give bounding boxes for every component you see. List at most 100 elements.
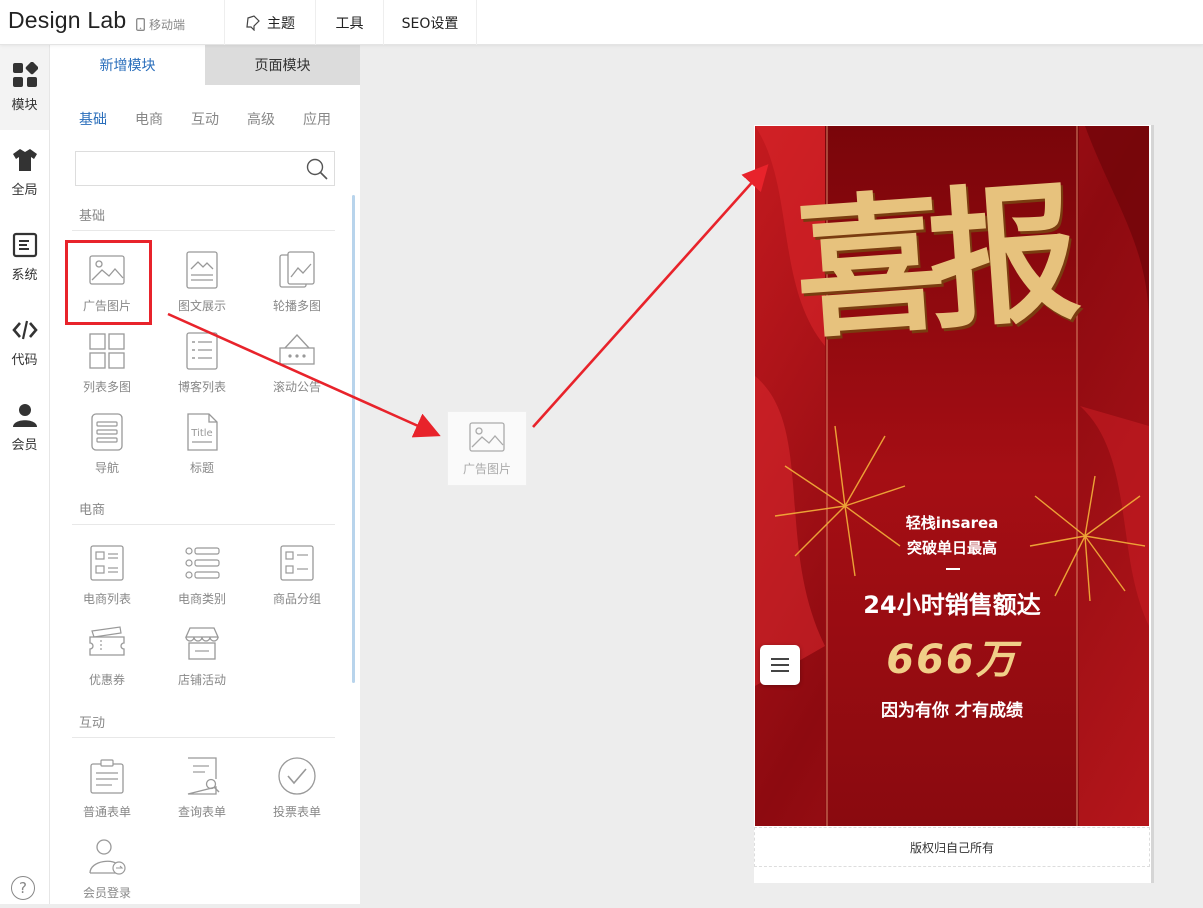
drag-preview-ad-image[interactable]: 广告图片	[447, 411, 527, 486]
phone-icon	[136, 18, 145, 31]
module-label: 查询表单	[177, 805, 226, 819]
modules-icon	[12, 62, 38, 87]
form-icon	[90, 759, 124, 794]
rail-system[interactable]: 系统	[0, 215, 49, 300]
module-label: 优惠券	[88, 673, 125, 687]
module-carousel[interactable]: 轮播多图	[261, 249, 333, 321]
nav-seo[interactable]: SEO设置	[383, 0, 477, 45]
tab-page-module[interactable]: 页面模块	[205, 45, 360, 85]
module-shop-activity[interactable]: 店铺活动	[166, 623, 238, 695]
module-query-form[interactable]: 查询表单	[166, 755, 238, 827]
hamburger-menu-button[interactable]	[760, 645, 800, 685]
module-label: 普通表单	[82, 805, 131, 819]
rail-member[interactable]: 会员	[0, 385, 49, 470]
panel-tabs: 新增模块 页面模块	[50, 45, 360, 85]
module-image-text[interactable]: 图文展示	[166, 249, 238, 321]
ad-image-banner[interactable]: 喜报 轻栈insarea 突破单日最高 24小时销售额达 666万 因为有你 才…	[755, 126, 1149, 826]
search-icon[interactable]	[306, 158, 328, 180]
module-title[interactable]: Title 标题	[166, 411, 238, 483]
svg-text:Title: Title	[190, 428, 212, 439]
module-ecommerce-category[interactable]: 电商类别	[166, 542, 238, 614]
poster-headline: 喜报	[789, 165, 1069, 360]
rail-system-label: 系统	[11, 268, 38, 283]
gallery-icon	[89, 333, 125, 369]
section-title-basic: 基础	[79, 209, 106, 224]
module-label: 广告图片	[82, 299, 131, 313]
top-nav: 主题 工具 SEO设置	[224, 0, 477, 45]
module-label: 列表多图	[82, 380, 131, 394]
rail-member-label: 会员	[11, 438, 38, 453]
module-label: 博客列表	[177, 380, 226, 394]
tab-add-module[interactable]: 新增模块	[50, 45, 205, 85]
shop-icon	[184, 627, 220, 660]
module-label: 商品分组	[272, 592, 321, 606]
drag-preview-label: 广告图片	[462, 462, 511, 476]
nav-tools[interactable]: 工具	[315, 0, 383, 45]
panel-scrollbar[interactable]	[352, 195, 355, 683]
section-divider	[72, 230, 335, 231]
left-rail: 模块 全局 系统 代码 会员 ?	[0, 45, 50, 904]
section-title-ecommerce: 电商	[79, 503, 106, 518]
help-icon[interactable]: ?	[11, 876, 35, 900]
mobile-mode-indicator[interactable]: 移动端	[136, 16, 185, 33]
rail-modules[interactable]: 模块	[0, 45, 49, 130]
poster-amount: 666万	[886, 637, 1018, 683]
module-blog-list[interactable]: 博客列表	[166, 330, 238, 402]
member-login-icon	[89, 839, 126, 875]
category-basic[interactable]: 基础	[79, 109, 135, 129]
navigation-icon	[91, 413, 123, 451]
module-scroll-notice[interactable]: 滚动公告	[261, 330, 333, 402]
rail-global-label: 全局	[11, 183, 38, 198]
shirt-icon	[12, 149, 37, 171]
module-product-group[interactable]: 商品分组	[261, 542, 333, 614]
app-logo: Design Lab	[8, 7, 127, 33]
poster-dash	[946, 568, 960, 570]
section-divider	[72, 737, 335, 738]
query-form-icon	[187, 757, 220, 795]
module-multi-image-list[interactable]: 列表多图	[71, 330, 143, 402]
top-bar: Design Lab 移动端 主题 工具 SEO设置	[0, 0, 1203, 45]
module-label: 滚动公告	[272, 380, 321, 394]
category-advanced[interactable]: 高级	[247, 109, 303, 129]
module-ad-image[interactable]: 广告图片	[71, 249, 143, 321]
module-navigation[interactable]: 导航	[71, 411, 143, 483]
nav-theme[interactable]: 主题	[224, 0, 315, 45]
category-icon	[185, 547, 220, 579]
drop-arrow	[532, 164, 769, 428]
checkmark-icon	[278, 757, 316, 795]
image-icon	[89, 255, 125, 285]
module-label: 导航	[94, 461, 119, 475]
module-label: 电商类别	[177, 592, 226, 606]
module-search-input[interactable]	[75, 151, 335, 186]
coupon-icon	[89, 626, 125, 656]
product-list-icon	[90, 545, 124, 581]
category-apps[interactable]: 应用	[303, 109, 359, 129]
module-label: 轮播多图	[272, 299, 321, 313]
rail-global[interactable]: 全局	[0, 130, 49, 215]
carousel-icon	[279, 251, 315, 288]
module-label: 店铺活动	[177, 673, 226, 687]
mobile-mode-label: 移动端	[149, 18, 186, 32]
rail-code[interactable]: 代码	[0, 300, 49, 385]
module-label: 投票表单	[272, 805, 321, 819]
nav-seo-label: SEO设置	[401, 15, 459, 32]
category-interactive[interactable]: 互动	[191, 109, 247, 129]
module-label: 电商列表	[82, 592, 131, 606]
section-title-interactive: 互动	[79, 716, 106, 731]
theme-icon	[246, 14, 260, 31]
module-coupon[interactable]: 优惠券	[71, 623, 143, 695]
rail-modules-label: 模块	[11, 98, 38, 113]
module-member-login[interactable]: 会员登录	[71, 836, 143, 908]
page-footer[interactable]: 版权归自己所有	[754, 827, 1150, 867]
poster-line-3: 24小时销售额达	[863, 591, 1041, 619]
document-icon	[12, 232, 37, 258]
product-group-icon	[280, 545, 314, 581]
module-vote-form[interactable]: 投票表单	[261, 755, 333, 827]
module-label: 会员登录	[82, 886, 131, 900]
category-tabs: 基础 电商 互动 高级 应用	[50, 85, 360, 129]
category-ecommerce[interactable]: 电商	[135, 109, 191, 129]
notice-icon	[279, 334, 315, 365]
module-ecommerce-list[interactable]: 电商列表	[71, 542, 143, 614]
module-form[interactable]: 普通表单	[71, 755, 143, 827]
menu-icon	[771, 658, 789, 672]
